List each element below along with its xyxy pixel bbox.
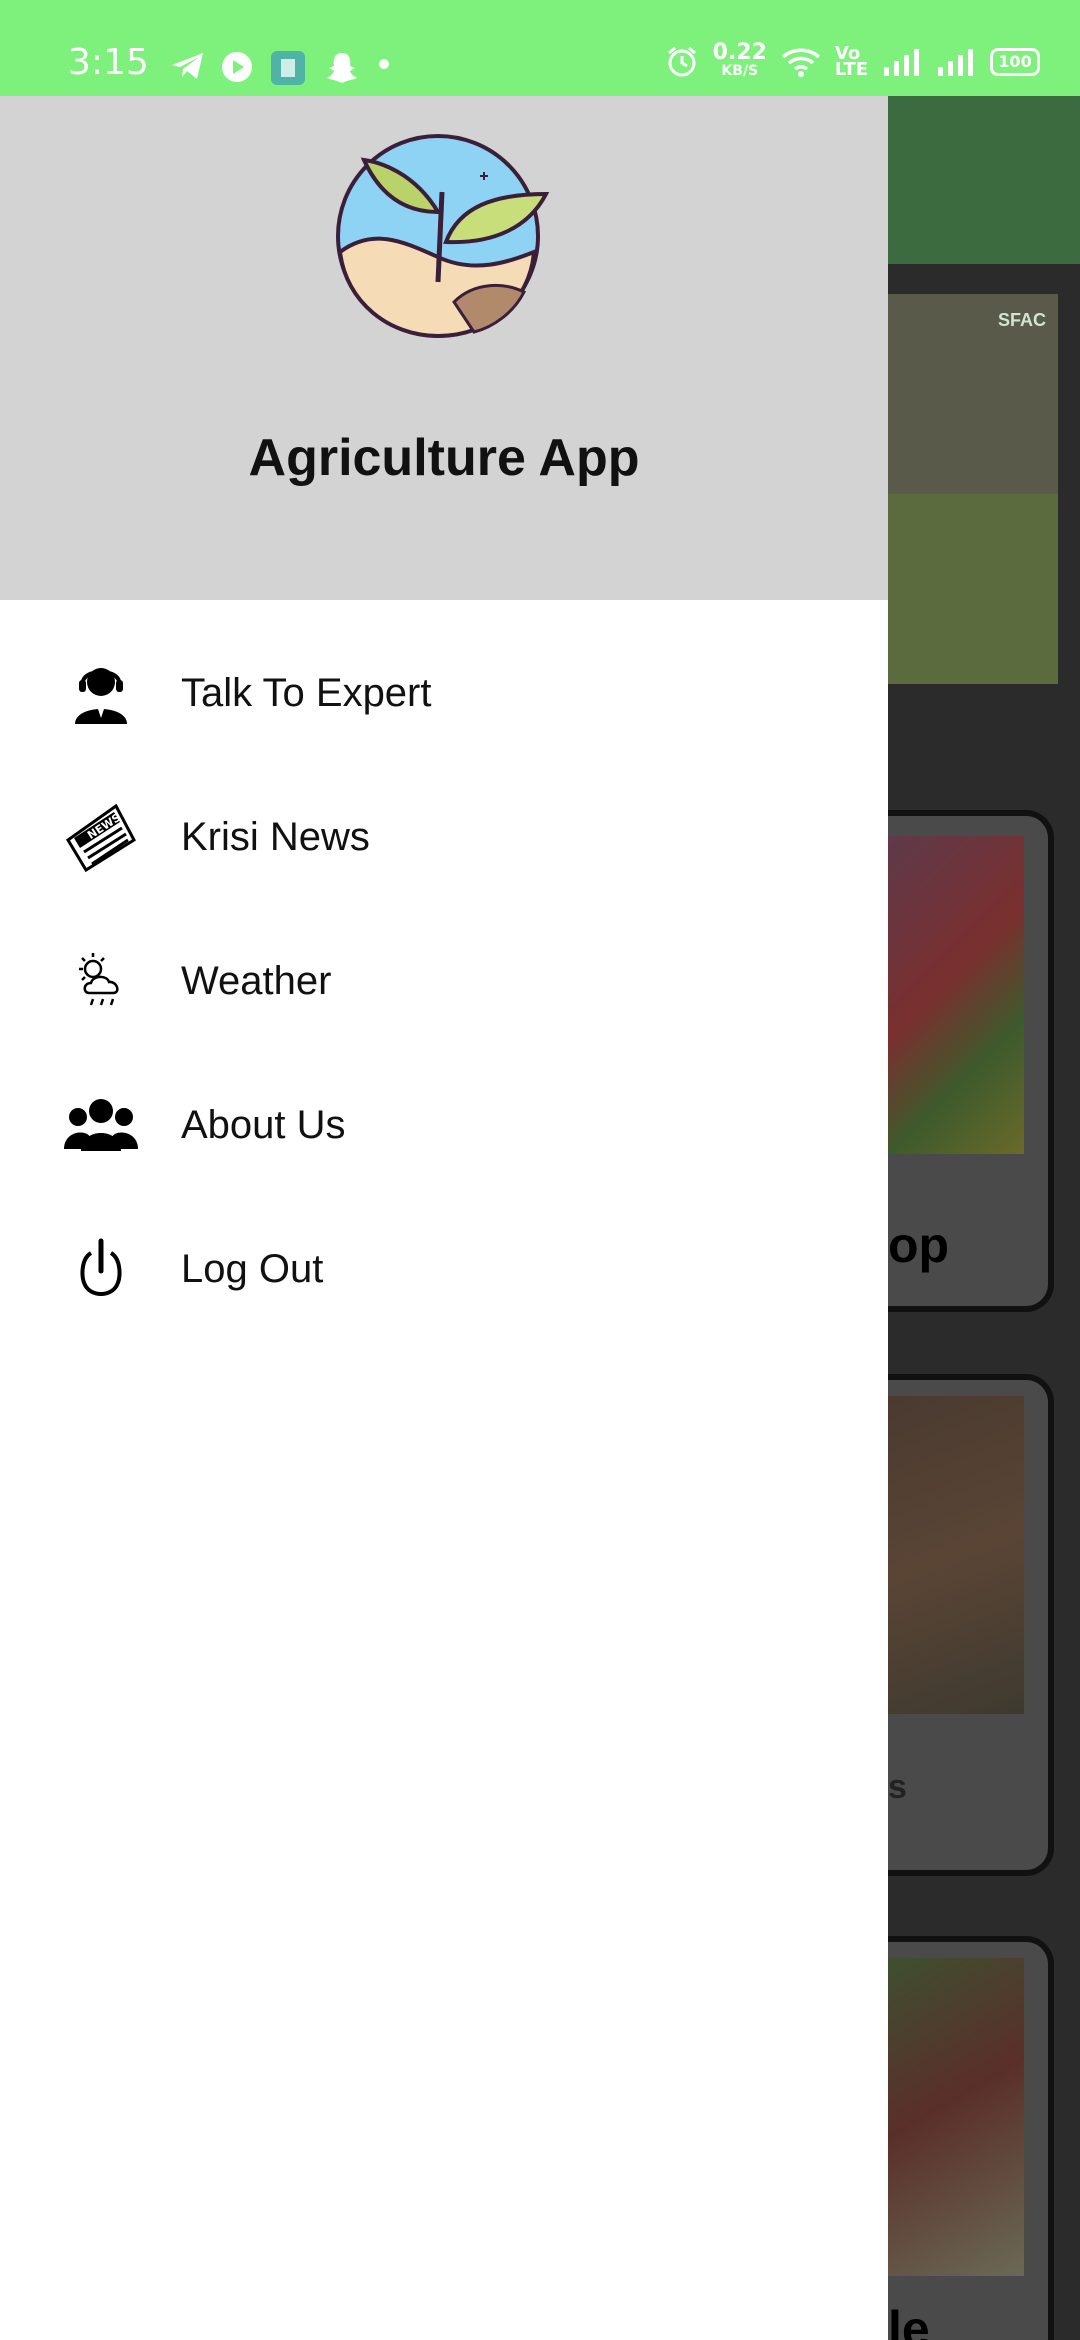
menu-item-about-us[interactable]: About Us: [0, 1060, 888, 1190]
menu-item-label: Talk To Expert: [181, 670, 432, 715]
status-right: 0.22 KB/S Vo LTE 100: [665, 40, 1040, 80]
weather-icon: [64, 944, 138, 1018]
spices-image: [888, 1396, 1024, 1714]
menu-item-label: Log Out: [181, 1246, 324, 1291]
menu-item-talk-to-expert[interactable]: Talk To Expert: [0, 628, 888, 758]
app-logo: [334, 132, 554, 340]
navigation-drawer: Agriculture App Talk To Expert NEWS Kris…: [0, 96, 888, 2340]
background-card-2: s: [888, 1374, 1054, 1876]
card-3-text: le: [888, 2301, 930, 2340]
background-card-1: op: [888, 810, 1054, 1312]
plant-logo-icon: [336, 134, 550, 339]
menu-item-label: About Us: [181, 1102, 346, 1147]
speed-value: 0.22: [712, 40, 767, 65]
signal-icon-1: [884, 49, 919, 76]
background-card-3: le: [888, 1936, 1054, 2340]
volte-indicator: Vo LTE: [834, 45, 868, 80]
card-1-text: op: [888, 1217, 950, 1273]
menu-item-label: Weather: [181, 958, 332, 1003]
vegetables-image: [888, 1958, 1024, 2276]
more-notifications-icon: [379, 59, 389, 69]
telegram-icon: [172, 53, 203, 79]
menu-item-log-out[interactable]: Log Out: [0, 1204, 888, 1334]
banner-logo: SFAC: [997, 310, 1046, 330]
fruit-image: [888, 836, 1024, 1154]
status-bar: 3:15 0.22 KB/S Vo LTE 100: [0, 0, 1080, 96]
app-title: Agriculture App: [248, 429, 640, 487]
card-2-text: s: [888, 1768, 907, 1806]
background-toolbar: [888, 96, 1080, 264]
alarm-icon: [667, 46, 696, 77]
battery-indicator: 100: [990, 48, 1040, 76]
menu-item-label: Krisi News: [181, 814, 370, 859]
menu-item-weather[interactable]: Weather: [0, 916, 888, 1046]
volte-bottom: LTE: [834, 59, 868, 80]
snapchat-icon: [327, 53, 357, 83]
app-notification-icon: [271, 51, 305, 85]
background-app: SFAC op s le: [888, 96, 1080, 2340]
group-icon: [64, 1088, 138, 1162]
support-agent-icon: [64, 656, 138, 730]
network-speed: 0.22 KB/S: [712, 40, 767, 80]
status-time: 3:15: [68, 42, 149, 83]
menu-item-krisi-news[interactable]: NEWS Krisi News: [0, 772, 888, 902]
newspaper-icon: NEWS: [64, 800, 138, 874]
wifi-icon: [781, 48, 821, 77]
signal-icon-2: [938, 49, 973, 76]
play-icon: [222, 52, 252, 82]
background-banner: SFAC: [888, 294, 1058, 684]
drawer-header: Agriculture App: [0, 96, 888, 600]
power-icon: [64, 1232, 138, 1306]
